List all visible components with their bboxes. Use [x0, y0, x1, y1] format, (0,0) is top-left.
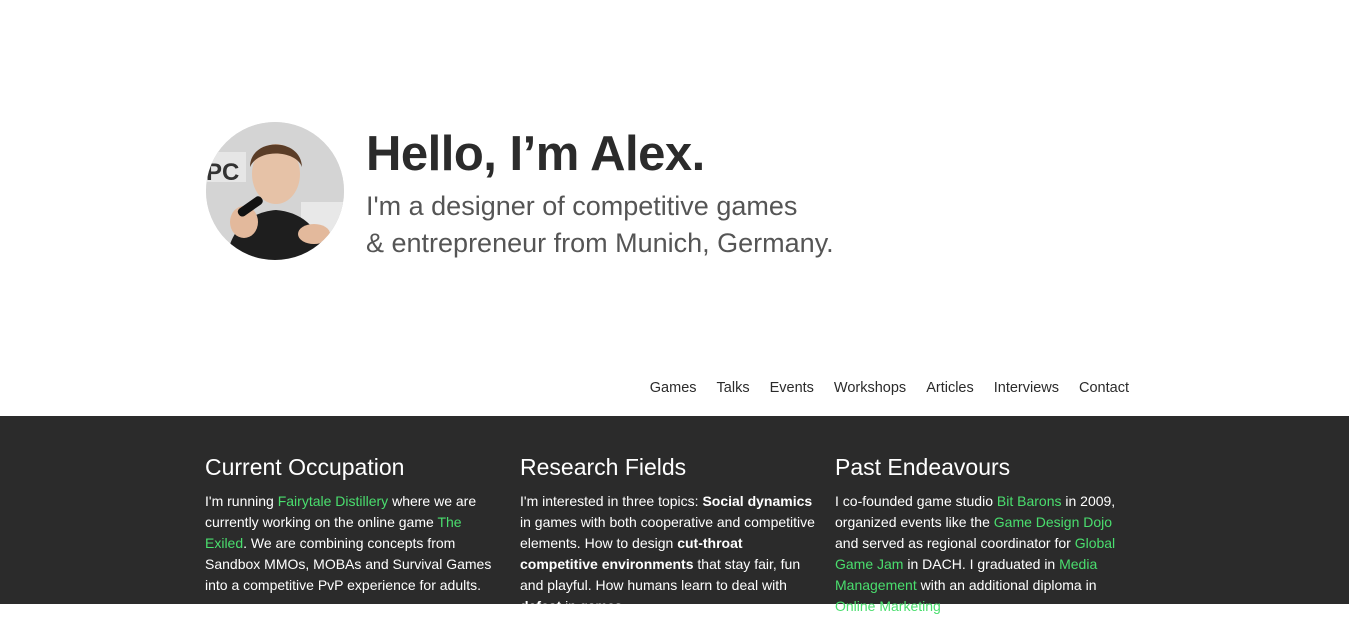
nav-link-interviews[interactable]: Interviews: [994, 380, 1059, 396]
nav-link-workshops[interactable]: Workshops: [834, 380, 906, 396]
page-title: Hello, I’m Alex.: [366, 127, 705, 181]
tagline-line-1: I'm a designer of competitive games: [366, 191, 798, 221]
column-title: Research Fields: [520, 454, 687, 480]
hero-section: PC Hello, I’m Alex. I'm a designer of co…: [0, 0, 1349, 416]
column-text: I'm interested in three topics: Social d…: [520, 493, 815, 614]
column-text: I co-founded game studio Bit Barons in 2…: [835, 493, 1116, 614]
link-fairytale-distillery[interactable]: Fairytale Distillery: [278, 493, 388, 509]
nav-link-talks[interactable]: Talks: [717, 380, 750, 396]
nav-link-contact[interactable]: Contact: [1079, 380, 1129, 396]
svg-text:PC: PC: [206, 159, 239, 186]
link-online-marketing[interactable]: Online Marketing: [835, 598, 941, 614]
tagline: I'm a designer of competitive games & en…: [366, 188, 834, 262]
link-game-design-dojo[interactable]: Game Design Dojo: [994, 514, 1112, 530]
about-section: Current Occupation I'm running Fairytale…: [0, 416, 1349, 614]
nav-link-games[interactable]: Games: [650, 380, 697, 396]
column-title: Current Occupation: [205, 454, 405, 480]
main-nav: Games Talks Events Workshops Articles In…: [650, 380, 1129, 396]
avatar-photo: PC: [206, 122, 344, 260]
column-title: Past Endeavours: [835, 454, 1011, 480]
avatar: PC: [206, 122, 344, 260]
column-past-endeavours: Past Endeavours I co-founded game studio…: [835, 454, 1135, 617]
tagline-line-2: & entrepreneur from Munich, Germany.: [366, 228, 834, 258]
column-text: I'm running Fairytale Distillery where w…: [205, 493, 492, 593]
nav-link-events[interactable]: Events: [770, 380, 814, 396]
link-bit-barons[interactable]: Bit Barons: [997, 493, 1062, 509]
column-current-occupation: Current Occupation I'm running Fairytale…: [205, 454, 505, 596]
column-research-fields: Research Fields I'm interested in three …: [520, 454, 820, 617]
nav-link-articles[interactable]: Articles: [926, 380, 974, 396]
